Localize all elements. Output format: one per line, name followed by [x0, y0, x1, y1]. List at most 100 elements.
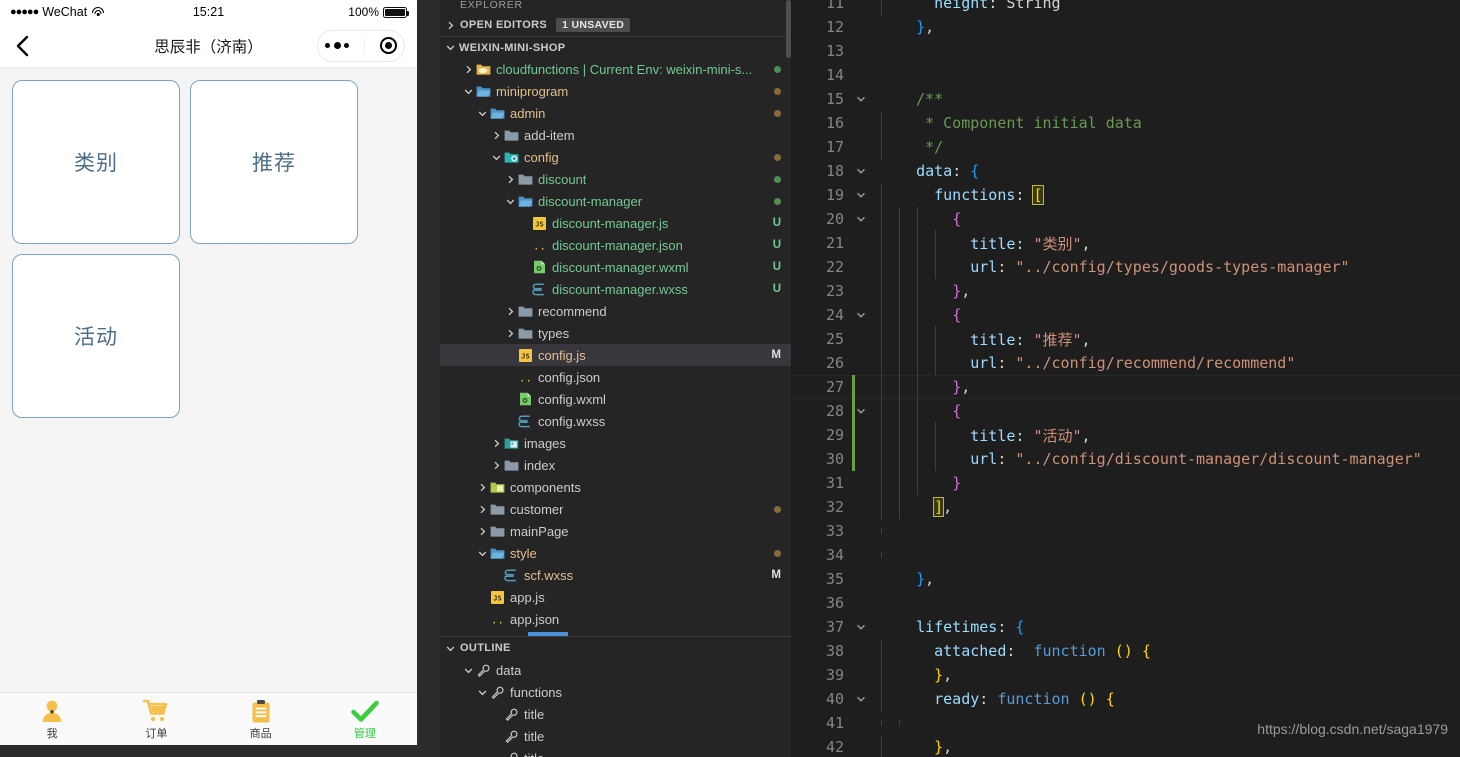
code-line-20[interactable]: 20 {	[792, 207, 1460, 231]
tree-item-app.js[interactable]: JS app.js	[440, 586, 791, 608]
tree-item-miniprogram[interactable]: miniprogram	[440, 80, 791, 102]
code-text[interactable]: height: String	[872, 0, 1061, 15]
code-text[interactable]: ],	[872, 495, 952, 519]
code-line-30[interactable]: 30 url: "../config/discount-manager/disc…	[792, 447, 1460, 471]
code-line-33[interactable]: 33	[792, 519, 1460, 543]
outline-list[interactable]: data functions title title title	[440, 659, 791, 757]
code-line-40[interactable]: 40 ready: function () {	[792, 687, 1460, 711]
tree-item-discount-manager.js[interactable]: JS discount-manager.js U	[440, 212, 791, 234]
tree-item-images[interactable]: images	[440, 432, 791, 454]
code-line-34[interactable]: 34	[792, 543, 1460, 567]
chevron-down-icon[interactable]	[476, 688, 488, 697]
tree-item-discount-manager.json[interactable]: {..} discount-manager.json U	[440, 234, 791, 256]
code-line-32[interactable]: 32 ],	[792, 495, 1460, 519]
code-line-22[interactable]: 22 url: "../config/types/goods-types-man…	[792, 255, 1460, 279]
tab-me[interactable]: 我	[0, 697, 104, 741]
tree-item-index[interactable]: index	[440, 454, 791, 476]
code-text[interactable]: },	[872, 375, 970, 399]
outline-section-header[interactable]: OUTLINE	[440, 637, 791, 659]
fold-chevron-down-icon[interactable]	[850, 166, 872, 176]
chevron-down-icon[interactable]	[490, 153, 502, 162]
code-text[interactable]: },	[872, 18, 934, 36]
chevron-right-icon[interactable]	[504, 175, 516, 184]
code-text[interactable]: ready: function () {	[872, 687, 1115, 711]
code-line-27[interactable]: 27 },	[792, 375, 1460, 399]
fold-chevron-down-icon[interactable]	[850, 94, 872, 104]
code-text[interactable]: },	[872, 279, 970, 303]
chevron-right-icon[interactable]	[504, 307, 516, 316]
code-text[interactable]: functions: [	[872, 183, 1044, 207]
tree-item-config.js[interactable]: JS config.js M	[440, 344, 791, 366]
code-text[interactable]: },	[872, 663, 952, 687]
chevron-right-icon[interactable]	[504, 329, 516, 338]
tree-item-discount-manager.wxss[interactable]: discount-manager.wxss U	[440, 278, 791, 300]
code-text[interactable]: /**	[872, 90, 943, 108]
code-line-17[interactable]: 17 */	[792, 135, 1460, 159]
outline-item-functions[interactable]: functions	[440, 681, 791, 703]
fold-chevron-down-icon[interactable]	[850, 310, 872, 320]
code-line-24[interactable]: 24 {	[792, 303, 1460, 327]
function-card-0[interactable]: 类别	[12, 80, 180, 244]
code-line-21[interactable]: 21 title: "类别",	[792, 229, 1460, 257]
tree-item-add-item[interactable]: add-item	[440, 124, 791, 146]
back-button[interactable]	[0, 35, 44, 57]
code-editor[interactable]: 11 height: String 12 }, 13 14 15 /** 16 * Com…	[792, 0, 1460, 757]
code-text[interactable]: title: "类别",	[872, 229, 1091, 257]
code-line-23[interactable]: 23 },	[792, 279, 1460, 303]
chevron-right-icon[interactable]	[490, 461, 502, 470]
tree-item-cloudfunctions---current-env--weixin-mini-s...[interactable]: cloudfunctions | Current Env: weixin-min…	[440, 58, 791, 80]
code-text[interactable]: attached: function () {	[872, 639, 1151, 663]
code-line-19[interactable]: 19 functions: [	[792, 183, 1460, 207]
tab-orders[interactable]: 订单	[104, 697, 208, 741]
chevron-right-icon[interactable]	[462, 65, 474, 74]
code-line-35[interactable]: 35 },	[792, 567, 1460, 591]
code-line-16[interactable]: 16 * Component initial data	[792, 111, 1460, 135]
chevron-right-icon[interactable]	[490, 439, 502, 448]
tree-item-config.wxml[interactable]: config.wxml	[440, 388, 791, 410]
code-line-37[interactable]: 37 lifetimes: {	[792, 615, 1460, 639]
code-text[interactable]: * Component initial data	[872, 111, 1142, 135]
fold-chevron-down-icon[interactable]	[850, 214, 872, 224]
code-line-15[interactable]: 15 /**	[792, 87, 1460, 111]
open-editors-section[interactable]: OPEN EDITORS 1 UNSAVED	[440, 14, 791, 36]
code-line-36[interactable]: 36	[792, 591, 1460, 615]
explorer-scrollbar[interactable]	[786, 0, 791, 58]
code-text[interactable]: url: "../config/types/goods-types-manage…	[872, 255, 1350, 279]
code-line-11[interactable]: 11 height: String	[792, 0, 1460, 15]
tree-item-discount[interactable]: discount	[440, 168, 791, 190]
tree-item-mainpage[interactable]: mainPage	[440, 520, 791, 542]
tab-manage[interactable]: 管理	[313, 697, 417, 741]
chevron-right-icon[interactable]	[490, 131, 502, 140]
chevron-down-icon[interactable]	[462, 87, 474, 96]
tree-item-types[interactable]: types	[440, 322, 791, 344]
code-text[interactable]: {	[872, 207, 961, 231]
code-text[interactable]: lifetimes: {	[872, 618, 1024, 636]
function-card-1[interactable]: 推荐	[190, 80, 358, 244]
tab-goods[interactable]: 商品	[209, 697, 313, 741]
function-card-2[interactable]: 活动	[12, 254, 180, 418]
code-line-18[interactable]: 18 data: {	[792, 159, 1460, 183]
code-text[interactable]: {	[872, 399, 961, 423]
fold-chevron-down-icon[interactable]	[850, 694, 872, 704]
fold-chevron-down-icon[interactable]	[850, 622, 872, 632]
chevron-right-icon[interactable]	[476, 505, 488, 514]
code-text[interactable]: }	[872, 471, 961, 495]
code-line-39[interactable]: 39 },	[792, 663, 1460, 687]
code-line-31[interactable]: 31 }	[792, 471, 1460, 495]
code-line-29[interactable]: 29 title: "活动",	[792, 421, 1460, 449]
code-line-38[interactable]: 38 attached: function () {	[792, 639, 1460, 663]
outline-item-data[interactable]: data	[440, 659, 791, 681]
wechat-capsule-button[interactable]	[317, 29, 405, 62]
file-tree[interactable]: cloudfunctions | Current Env: weixin-min…	[440, 58, 791, 636]
code-text[interactable]: {	[872, 303, 961, 327]
fold-chevron-down-icon[interactable]	[850, 190, 872, 200]
code-line-14[interactable]: 14	[792, 63, 1460, 87]
outline-item-title[interactable]: title	[440, 725, 791, 747]
tree-item-discount-manager.wxml[interactable]: discount-manager.wxml U	[440, 256, 791, 278]
chevron-down-icon[interactable]	[476, 549, 488, 558]
code-line-25[interactable]: 25 title: "推荐",	[792, 325, 1460, 353]
tree-item-config[interactable]: config	[440, 146, 791, 168]
code-line-28[interactable]: 28 {	[792, 399, 1460, 423]
chevron-down-icon[interactable]	[476, 109, 488, 118]
outline-item-title[interactable]: title	[440, 747, 791, 757]
